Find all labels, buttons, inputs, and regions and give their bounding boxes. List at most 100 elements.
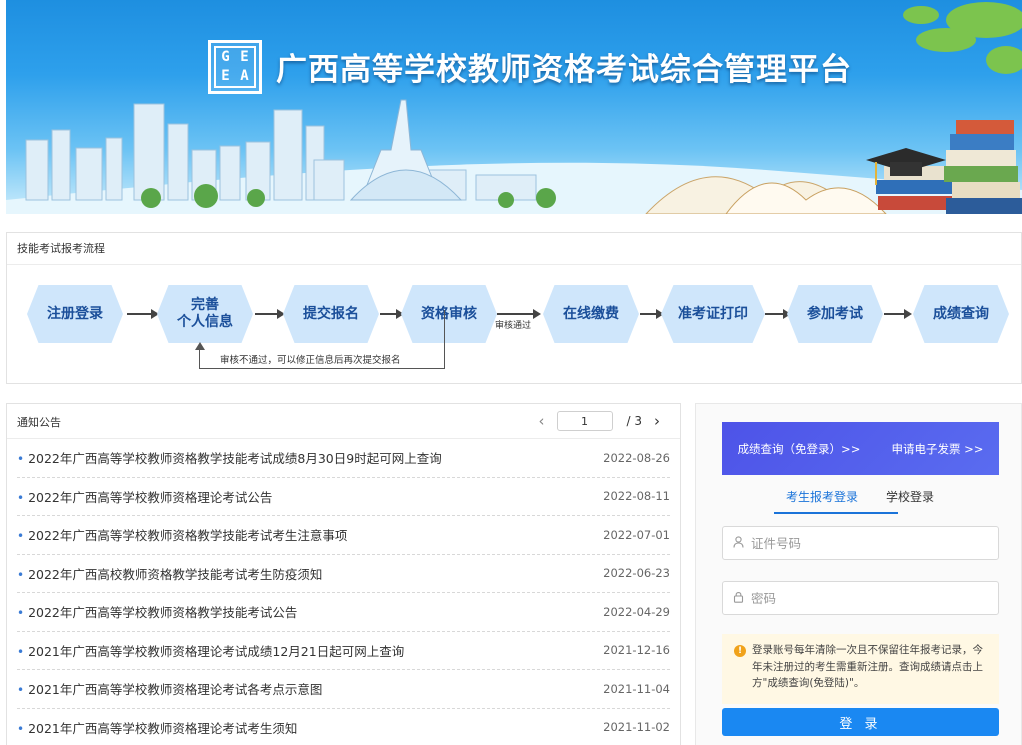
tab-school-login[interactable]: 学校登录 [886, 488, 934, 505]
list-item[interactable]: • 2021年广西高等学校教师资格理论考试考生须知 2021-11-02 [17, 709, 670, 745]
notice-link[interactable]: 2021年广西高等学校教师资格理论考试成绩12月21日起可网上查询 [28, 644, 404, 659]
list-item[interactable]: • 2022年广西高等学校教师资格教学技能考试成绩8月30日9时起可网上查询 202… [17, 439, 670, 478]
login-button[interactable]: 登 录 [722, 708, 999, 736]
step-label: 完善 个人信息 [177, 297, 233, 330]
process-steps: 注册登录 完善 个人信息 提交报名 资格审核 审核通过 在线缴费 准考证打印 参… [7, 265, 1021, 383]
return-line [444, 310, 445, 369]
password-field[interactable] [722, 581, 999, 615]
logo-letter: A [240, 68, 249, 84]
notice-link[interactable]: 2022年广西高等学校教师资格教学技能考试成绩8月30日9时起可网上查询 [28, 451, 442, 466]
list-item[interactable]: • 2022年广西高校教师资格教学技能考试考生防疫须知 2022-06-23 [17, 555, 670, 593]
tab-candidate-login[interactable]: 考生报考登录 [786, 488, 858, 505]
logo-letters: G E E A [214, 46, 256, 88]
list-item[interactable]: • 2022年广西高等学校教师资格理论考试公告 2022-08-11 [17, 478, 670, 516]
step-review[interactable]: 资格审核 [401, 285, 497, 343]
bullet-icon: • [17, 567, 25, 582]
bullet-icon: • [17, 529, 25, 544]
return-line [199, 348, 200, 369]
step-label: 准考证打印 [678, 305, 748, 322]
list-item[interactable]: • 2021年广西高等学校教师资格理论考试各考点示意图 2021-11-04 [17, 670, 670, 709]
total-pages: / 3 [626, 414, 643, 428]
bullet-icon: • [17, 490, 25, 505]
return-line [199, 368, 445, 369]
step-payment[interactable]: 在线缴费 [543, 285, 639, 343]
arrow-up-icon [195, 342, 205, 350]
notice-link[interactable]: 2021年广西高等学校教师资格理论考试考生须知 [28, 721, 297, 736]
process-panel: 技能考试报考流程 注册登录 完善 个人信息 提交报名 资格审核 审核通过 在线缴… [6, 232, 1022, 384]
step-label: 资格审核 [421, 305, 477, 322]
list-item[interactable]: • 2022年广西高等学校教师资格教学技能考试考生注意事项 2022-07-01 [17, 516, 670, 555]
bullet-icon: • [17, 452, 25, 467]
step-label: 成绩查询 [933, 305, 989, 322]
invoice-link[interactable]: 申请电子发票 >> [891, 441, 983, 457]
site-title: 广西高等学校教师资格考试综合管理平台 [276, 52, 852, 88]
id-number-input[interactable] [751, 535, 998, 551]
chevron-left-icon[interactable]: ‹ [533, 412, 551, 430]
step-label: 在线缴费 [563, 305, 619, 322]
arrow-icon [884, 309, 912, 319]
arrow-icon [765, 309, 791, 319]
logo-letter: E [240, 49, 249, 65]
step-admission-ticket[interactable]: 准考证打印 [661, 285, 765, 343]
list-item[interactable]: • 2021年广西高等学校教师资格理论考试成绩12月21日起可网上查询 2021-1… [17, 632, 670, 670]
user-icon [733, 535, 747, 551]
notice-date: 2022-08-11 [603, 489, 670, 504]
warning-icon: ! [734, 645, 746, 657]
arrow-icon [255, 309, 285, 319]
notice-date: 2022-04-29 [603, 604, 670, 619]
arrow-icon [497, 309, 541, 319]
city-skyline-illustration [6, 2, 1022, 214]
step-label: 提交报名 [303, 305, 359, 322]
warning-text: 登录账号每年清除一次且不保留往年报考记录，今年未注册过的考生需重新注册。查询成绩… [752, 644, 983, 689]
notice-date: 2022-06-23 [603, 566, 670, 581]
notice-link[interactable]: 2022年广西高校教师资格教学技能考试考生防疫须知 [28, 567, 322, 582]
quick-links-banner: 成绩查询（免登录）>> 申请电子发票 >> [722, 422, 999, 475]
notice-title: 通知公告 [17, 416, 61, 429]
login-panel: 成绩查询（免登录）>> 申请电子发票 >> 考生报考登录 学校登录 ! 登录账号… [695, 403, 1022, 745]
step-label: 参加考试 [807, 305, 863, 322]
step-submit[interactable]: 提交报名 [283, 285, 379, 343]
process-title: 技能考试报考流程 [7, 233, 1021, 265]
notice-link[interactable]: 2022年广西高等学校教师资格教学技能考试公告 [28, 605, 297, 620]
notice-list: • 2022年广西高等学校教师资格教学技能考试成绩8月30日9时起可网上查询 202… [7, 439, 680, 745]
arrow-icon [380, 309, 404, 319]
pagination: ‹ / 3 › [533, 410, 667, 432]
arrow-icon [127, 309, 159, 319]
password-input[interactable] [751, 590, 998, 606]
site-logo: G E E A [208, 40, 262, 94]
bullet-icon: • [17, 644, 25, 659]
notice-link[interactable]: 2022年广西高等学校教师资格教学技能考试考生注意事项 [28, 528, 347, 543]
id-number-field[interactable] [722, 526, 999, 560]
lock-icon [733, 591, 747, 606]
header-banner: G E E A 广西高等学校教师资格考试综合管理平台 [6, 0, 1022, 214]
login-tabs: 考生报考登录 学校登录 [722, 482, 999, 514]
notice-link[interactable]: 2021年广西高等学校教师资格理论考试各考点示意图 [28, 682, 322, 697]
chevron-right-icon[interactable]: › [648, 412, 666, 430]
notice-date: 2021-11-04 [603, 681, 670, 696]
notice-date: 2022-08-26 [603, 450, 670, 465]
arrow-icon [640, 309, 664, 319]
logo-letter: E [221, 68, 230, 84]
score-query-link[interactable]: 成绩查询（免登录）>> [738, 441, 861, 457]
notice-panel: 通知公告 ‹ / 3 › •2022年广西高等学校教师资格教学技能考试成绩8月3… [6, 403, 681, 745]
active-tab-indicator [774, 512, 898, 514]
rejected-note: 审核不通过，可以修正信息后再次提交报名 [220, 355, 401, 366]
step-score-query[interactable]: 成绩查询 [913, 285, 1009, 343]
logo-letter: G [221, 49, 230, 65]
step-label: 注册登录 [47, 305, 103, 322]
page-number-input[interactable] [556, 411, 613, 431]
step-complete-info[interactable]: 完善 个人信息 [157, 285, 253, 343]
bullet-icon: • [17, 606, 25, 621]
bullet-icon: • [17, 721, 25, 736]
login-warning: ! 登录账号每年清除一次且不保留往年报考记录，今年未注册过的考生需重新注册。查询… [722, 634, 999, 704]
notice-header: 通知公告 ‹ / 3 › [7, 404, 680, 439]
list-item[interactable]: • 2022年广西高等学校教师资格教学技能考试公告 2022-04-29 [17, 593, 670, 632]
approved-note: 审核通过 [495, 321, 532, 331]
notice-date: 2022-07-01 [603, 527, 670, 542]
bullet-icon: • [17, 683, 25, 698]
step-register[interactable]: 注册登录 [27, 285, 123, 343]
notice-link[interactable]: 2022年广西高等学校教师资格理论考试公告 [28, 490, 272, 505]
notice-date: 2021-12-16 [603, 643, 670, 658]
notice-date: 2021-11-02 [603, 720, 670, 735]
step-attend-exam[interactable]: 参加考试 [787, 285, 883, 343]
